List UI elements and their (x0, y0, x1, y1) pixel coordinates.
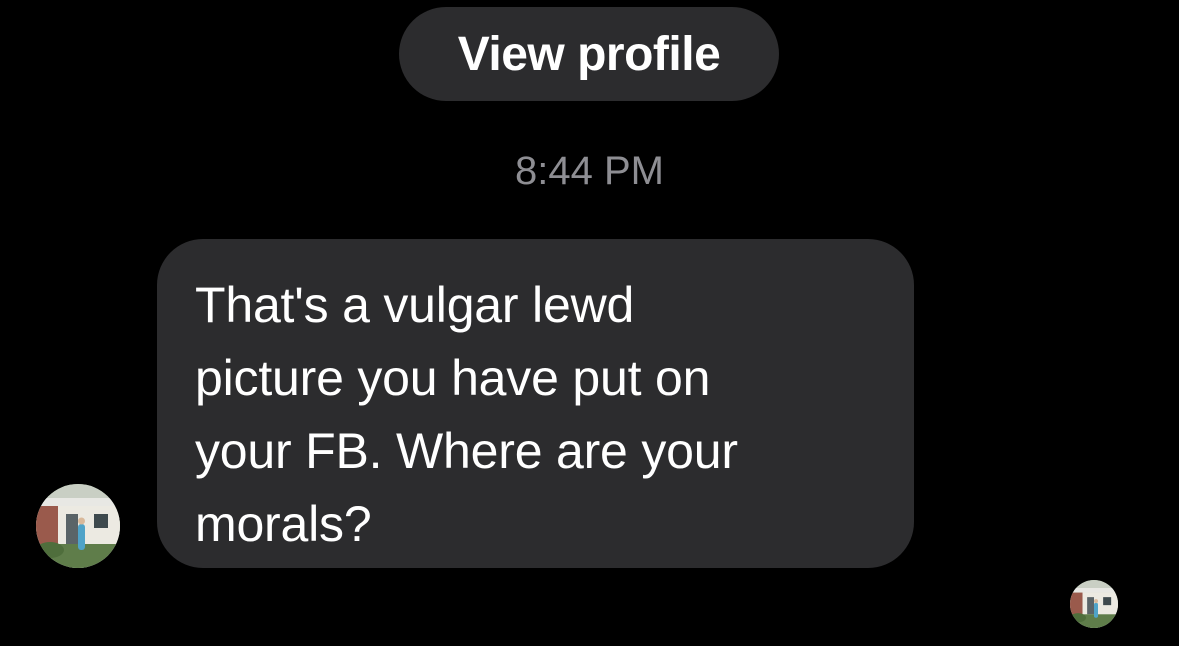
view-profile-button[interactable]: View profile (399, 7, 779, 101)
sender-avatar[interactable] (36, 484, 120, 568)
message-text: That's a vulgar lewd picture you have pu… (195, 277, 738, 552)
read-receipt-avatar (1070, 580, 1118, 628)
incoming-message-bubble[interactable]: That's a vulgar lewd picture you have pu… (157, 239, 914, 568)
profile-photo-icon (1070, 580, 1118, 628)
message-timestamp: 8:44 PM (515, 149, 664, 193)
profile-photo-icon (36, 484, 120, 568)
